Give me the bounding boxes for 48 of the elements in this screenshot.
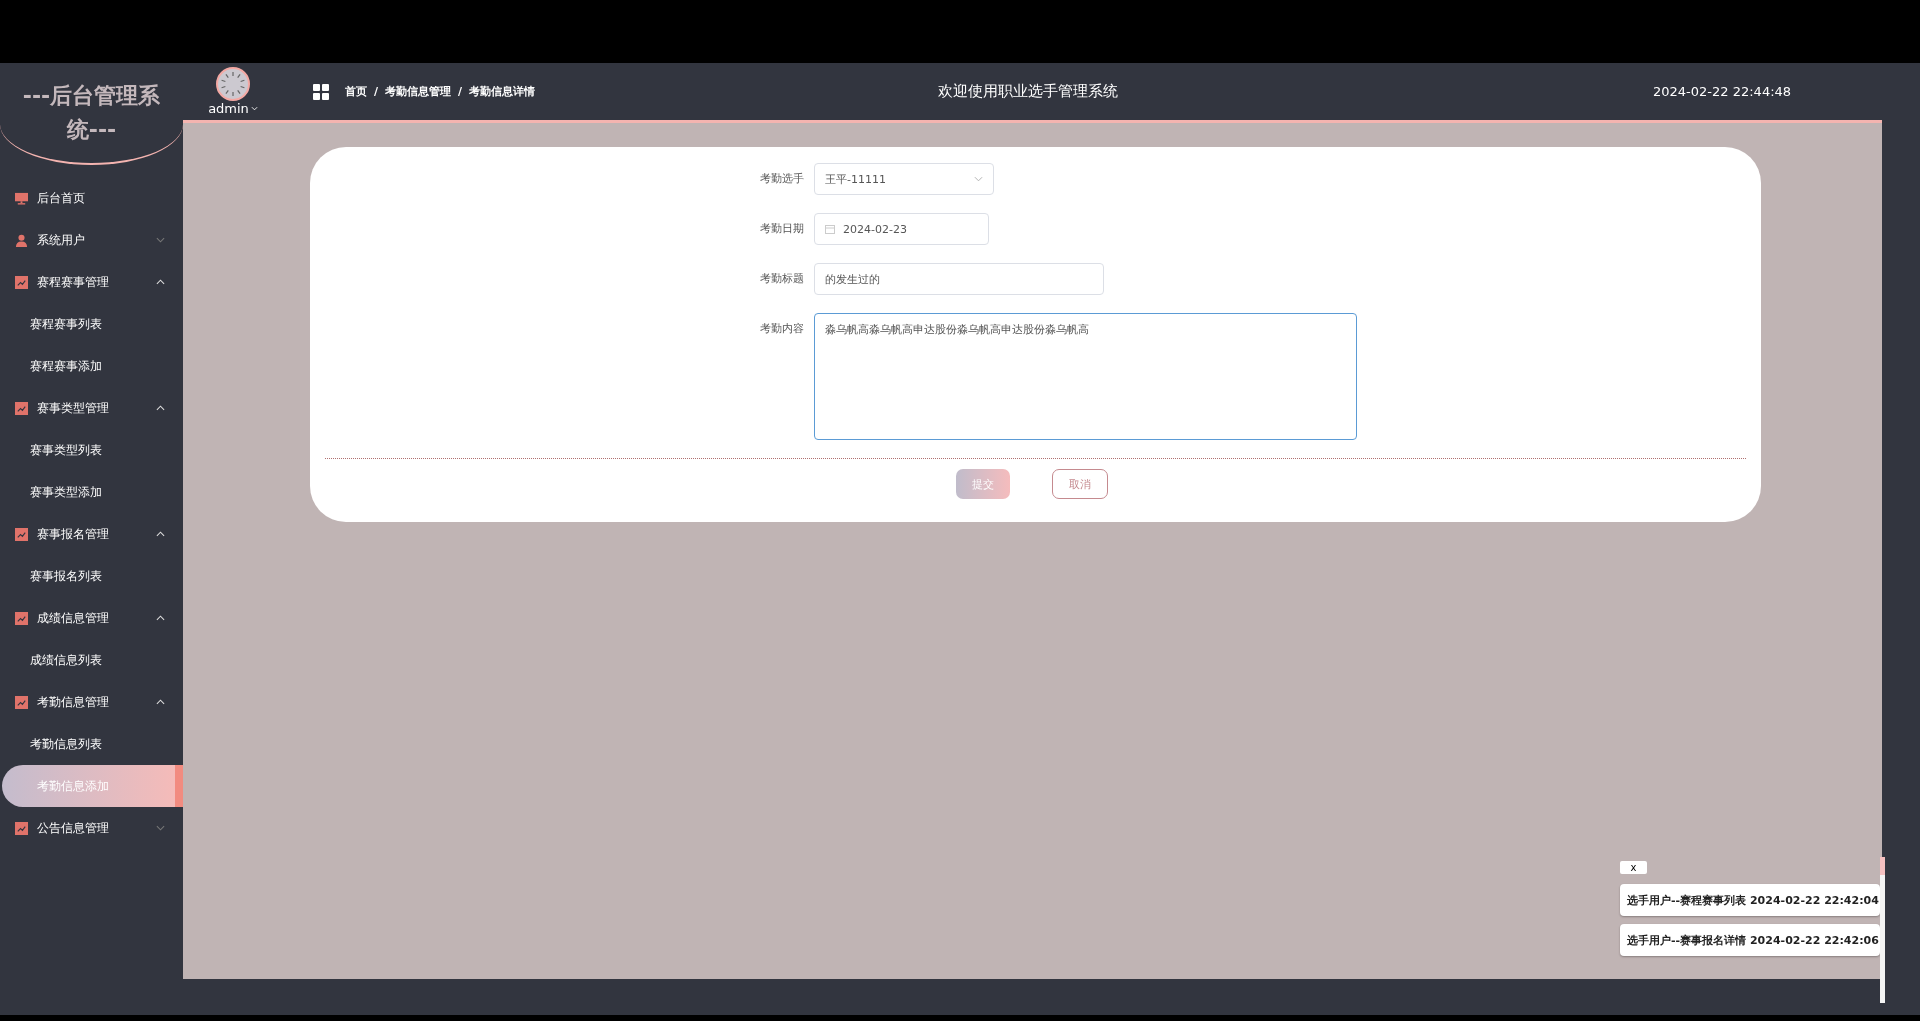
chart-icon xyxy=(15,527,28,541)
chart-icon xyxy=(15,695,28,709)
submenu-item[interactable]: 赛程赛事添加 xyxy=(0,345,183,387)
player-select[interactable]: 王平-11111 xyxy=(814,163,994,195)
field-label: 考勤选手 xyxy=(759,171,805,187)
menu-item[interactable]: 后台首页 xyxy=(0,177,183,219)
menu-item[interactable]: 赛事报名管理 xyxy=(0,513,183,555)
text-area[interactable]: 淼乌帆高淼乌帆高申达股份淼乌帆高申达股份淼乌帆高 xyxy=(814,313,1357,440)
chart-icon xyxy=(15,611,28,625)
submenu-item[interactable]: 考勤信息列表 xyxy=(0,723,183,765)
breadcrumb-link[interactable]: 考勤信息详情 xyxy=(469,84,536,99)
submenu-item[interactable]: 成绩信息列表 xyxy=(0,639,183,681)
menu-item[interactable]: 赛程赛事管理 xyxy=(0,261,183,303)
chart-icon xyxy=(15,401,28,415)
breadcrumb-link[interactable]: 考勤信息管理 xyxy=(385,84,452,99)
field-label: 考勤标题 xyxy=(759,271,805,287)
submenu-item[interactable]: 赛事类型列表 xyxy=(0,429,183,471)
date-field[interactable]: 2024-02-23 xyxy=(814,213,989,245)
header-title: 欢迎使用职业选手管理系统 xyxy=(938,82,1118,101)
menu-item[interactable]: 赛事类型管理 xyxy=(0,387,183,429)
breadcrumb-separator: / xyxy=(458,85,463,98)
user-menu[interactable]: admin xyxy=(208,101,258,116)
field-label: 考勤内容 xyxy=(759,321,805,337)
close-button[interactable]: x xyxy=(1620,861,1647,874)
breadcrumb-link[interactable]: 首页 xyxy=(345,84,367,99)
avatar-icon[interactable] xyxy=(216,67,250,101)
chart-icon xyxy=(15,275,28,289)
submenu-item[interactable]: 赛事类型添加 xyxy=(0,471,183,513)
notification-card: 选手用户--赛程赛事列表 2024-02-22 22:42:04 xyxy=(1620,884,1880,916)
calendar-icon xyxy=(825,224,835,234)
monitor-icon xyxy=(15,191,28,205)
menu-item[interactable]: 公告信息管理 xyxy=(0,807,183,849)
chart-icon xyxy=(15,821,28,835)
clock-time: 2024-02-22 22:44:48 xyxy=(1653,84,1792,99)
menu-item[interactable]: 系统用户 xyxy=(0,219,183,261)
field-label: 考勤日期 xyxy=(759,221,805,237)
user-icon xyxy=(15,233,28,247)
logo-title: ---后台管理系统--- xyxy=(21,82,162,144)
submenu-item[interactable]: 赛程赛事列表 xyxy=(0,303,183,345)
menu-item[interactable]: 成绩信息管理 xyxy=(0,597,183,639)
notification-card: 选手用户--赛事报名详情 2024-02-22 22:42:06 xyxy=(1620,924,1880,956)
caret-icon xyxy=(250,106,258,111)
input-field[interactable]: 的发生过的 xyxy=(814,263,1104,295)
breadcrumb-separator: / xyxy=(374,85,379,98)
menu-item[interactable]: 考勤信息管理 xyxy=(0,681,183,723)
grid-icon[interactable] xyxy=(313,83,329,100)
submenu-item[interactable]: 赛事报名列表 xyxy=(0,555,183,597)
chevron-down-icon xyxy=(974,176,983,182)
